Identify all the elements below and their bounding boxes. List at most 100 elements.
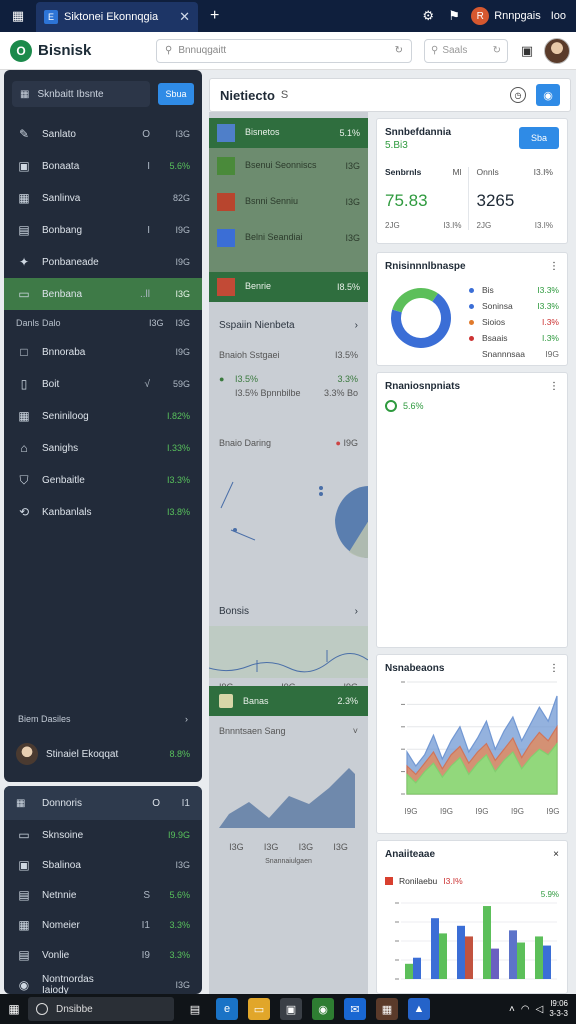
sidebar-item-mid: O <box>142 128 150 140</box>
windows-icon[interactable]: ▦ <box>0 0 36 32</box>
sidebar-item-4[interactable]: ✦ Ponbaneade I9G <box>4 246 202 278</box>
store-icon[interactable]: ▣ <box>280 998 302 1020</box>
legend-label: Bsaais <box>482 333 508 343</box>
close-icon[interactable]: × <box>553 849 559 860</box>
mid-section-2-row2val: 3.3% Bo <box>323 388 358 398</box>
close-tab-icon[interactable]: ✕ <box>179 9 190 25</box>
mid-section-1-header[interactable]: Sspaiin Nienbeta › <box>209 314 368 336</box>
legend-value: I9G <box>545 349 559 359</box>
more-icon[interactable]: ⋮ <box>549 663 559 674</box>
sidebar2-head-mid: O <box>152 797 160 809</box>
sidebar-lower-item-5[interactable]: ⟲ Kanbanlals I3.8% <box>4 496 202 528</box>
mid-section-4-header[interactable]: Bonsis › <box>209 600 368 622</box>
sidebar-lower-item-value: I.82% <box>166 411 190 421</box>
tray-up-icon[interactable]: ˄ <box>509 1004 515 1015</box>
profile-button[interactable]: R Rnnpgais Ioo <box>471 7 566 25</box>
mid-section-5-t1: I3G <box>263 842 279 852</box>
legend-label: Soninsa <box>482 301 513 311</box>
sidebar2-item-value: 3.3% <box>169 950 190 960</box>
taskbar-search-text: Dnsibbe <box>56 1003 93 1015</box>
sidebar2-item-4[interactable]: ▤ Vonlie I9 3.3% <box>4 940 202 970</box>
mail-icon[interactable]: ✉ <box>344 998 366 1020</box>
wifi-icon[interactable]: ◠ <box>521 1004 530 1015</box>
app-icon[interactable]: ▲ <box>408 998 430 1020</box>
clock-icon[interactable]: ◷ <box>510 87 526 103</box>
refresh-icon[interactable]: ↻ <box>395 45 403 56</box>
notification-icon[interactable]: ⚑ <box>445 7 463 25</box>
sidebar2-item-3[interactable]: ▦ Nomeier I1 3.3% <box>4 910 202 940</box>
bar-5-b <box>543 945 551 979</box>
sidebar-lower-item-0[interactable]: □ Bnnoraba I9G <box>4 336 202 368</box>
legend-dot <box>469 319 474 325</box>
mid-section-2-sub: I3.5% <box>334 350 358 360</box>
photos-icon[interactable]: ▦ <box>376 998 398 1020</box>
refresh-icon[interactable]: ↻ <box>493 45 501 56</box>
folder-icon[interactable]: ▭ <box>248 998 270 1020</box>
sidebar2-item-1[interactable]: ▣ Sbalinoa I3G <box>4 850 202 880</box>
sidebar-secondary: ▦ Donnoris O I1 ▭ Sknsoine I9.9G ▣ Sbalinoa I… <box>4 786 202 996</box>
sidebar2-header[interactable]: ▦ Donnoris O I1 <box>4 786 202 820</box>
sidebar2-item-2[interactable]: ▤ Netnnie S 5.6% <box>4 880 202 910</box>
browser-tab[interactable]: E Siktonei Ekonnqgia ✕ <box>36 2 198 32</box>
sidebar-item-label: Bonaata <box>42 160 80 172</box>
sidebar-item-3[interactable]: ▤ Bonbang I I9G <box>4 214 202 246</box>
green-panel-row-0[interactable]: Bsenui Seonniscs I3G <box>209 148 368 184</box>
search-input[interactable]: ⚲ Saals ↻ <box>424 38 508 63</box>
mid-section-5-foot: Snannaiulgaen <box>265 857 312 865</box>
sidebar2-item-mid: I9 <box>141 949 150 961</box>
sidebar-item-1[interactable]: ▣ Bonaata I 5.6% <box>4 150 202 182</box>
sidebar-lower-item-3[interactable]: ⌂ Sanighs I.33% <box>4 432 202 464</box>
more-icon[interactable]: ⋮ <box>549 381 559 392</box>
x-tick-label: I9G <box>476 807 489 816</box>
right-head-b: I3.I% <box>533 167 553 177</box>
sidebar-footer-header[interactable]: Biem Dasiles › <box>4 708 202 730</box>
sidebar-item-5[interactable]: ▭ Benbana ..ll I3G <box>4 278 202 310</box>
sidebar2-item-label: Sbalinoa <box>42 859 81 871</box>
sidebar-lower-item-1[interactable]: ▯ Boit √ 59G <box>4 368 202 400</box>
volume-icon[interactable]: ◁ <box>536 1004 544 1015</box>
chrome-icon[interactable]: ◉ <box>312 998 334 1020</box>
system-clock[interactable]: I9:06 3-3-3 <box>549 999 568 1018</box>
sidebar-search-button[interactable]: Sbua <box>158 83 194 105</box>
app-logo[interactable]: O Bisnisk <box>10 39 150 62</box>
extension-icon[interactable]: ⚙ <box>419 7 437 25</box>
chevron-right-icon: › <box>354 319 358 331</box>
search-icon: ⚲ <box>431 45 439 56</box>
sidebar2-item-0[interactable]: ▭ Sknsoine I9.9G <box>4 820 202 850</box>
more-icon[interactable]: ⋮ <box>549 261 559 272</box>
sidebar-item-2[interactable]: ▦ Sanlinva 82G <box>4 182 202 214</box>
share-icon[interactable]: ▣ <box>518 42 536 60</box>
location-button[interactable]: ◉ <box>536 84 560 106</box>
sidebar-subhead: Danls Dalo I3G I3G <box>4 310 202 336</box>
green-top-label: Bisnetos <box>245 127 280 138</box>
sidebar-item-0[interactable]: ✎ Sanlato O I3G <box>4 118 202 150</box>
sidebar-item-value: 82G <box>172 193 190 203</box>
user-avatar[interactable] <box>544 37 570 64</box>
sidebar-item-mid: ..ll <box>140 288 150 300</box>
sidebar-search-input[interactable]: ▦ Sknbaitt Ibsnte <box>12 81 150 107</box>
left-foot-b: I3.I% <box>443 221 462 230</box>
bar-1-a <box>431 918 439 979</box>
sidebar-user[interactable]: Stinaiel Ekoqqat 8.8% <box>4 738 202 770</box>
green-bar-2[interactable]: Banas 2.3% <box>209 686 368 716</box>
address-bar[interactable]: ⚲ Bnnuqgaitt ↻ <box>156 38 412 63</box>
task-view-icon[interactable]: ▤ <box>184 998 206 1020</box>
green-panel-top[interactable]: Bisnetos 5.1% <box>209 118 368 148</box>
edge-icon[interactable]: e <box>216 998 238 1020</box>
new-tab-button[interactable]: + <box>210 7 219 25</box>
green-panel-bottom[interactable]: Benrie I8.5% <box>209 272 368 302</box>
sidebar2-item-value: I9.9G <box>167 830 190 840</box>
right-foot-b: I3.I% <box>534 221 553 230</box>
sidebar-lower-item-value: I3.3% <box>166 475 190 485</box>
sidebar-lower-item-4[interactable]: ⛉ Genbaitle I3.3% <box>4 464 202 496</box>
windows-start-icon[interactable]: ▦ <box>0 1002 28 1016</box>
square-icon: □ <box>20 345 28 359</box>
green-panel-row-2[interactable]: Belni Seandiai I3G <box>209 220 368 256</box>
summary-card-button[interactable]: Sba <box>519 127 559 149</box>
chart-icon: ▦ <box>18 191 30 205</box>
taskbar-search[interactable]: Dnsibbe <box>28 997 174 1021</box>
green-panel-row-1[interactable]: Bsnni Senniu I3G <box>209 184 368 220</box>
sidebar-user-val: 8.8% <box>169 749 190 759</box>
sidebar-lower-item-2[interactable]: ▦ Seniniloog I.82% <box>4 400 202 432</box>
tab-favicon-icon: E <box>44 10 58 24</box>
